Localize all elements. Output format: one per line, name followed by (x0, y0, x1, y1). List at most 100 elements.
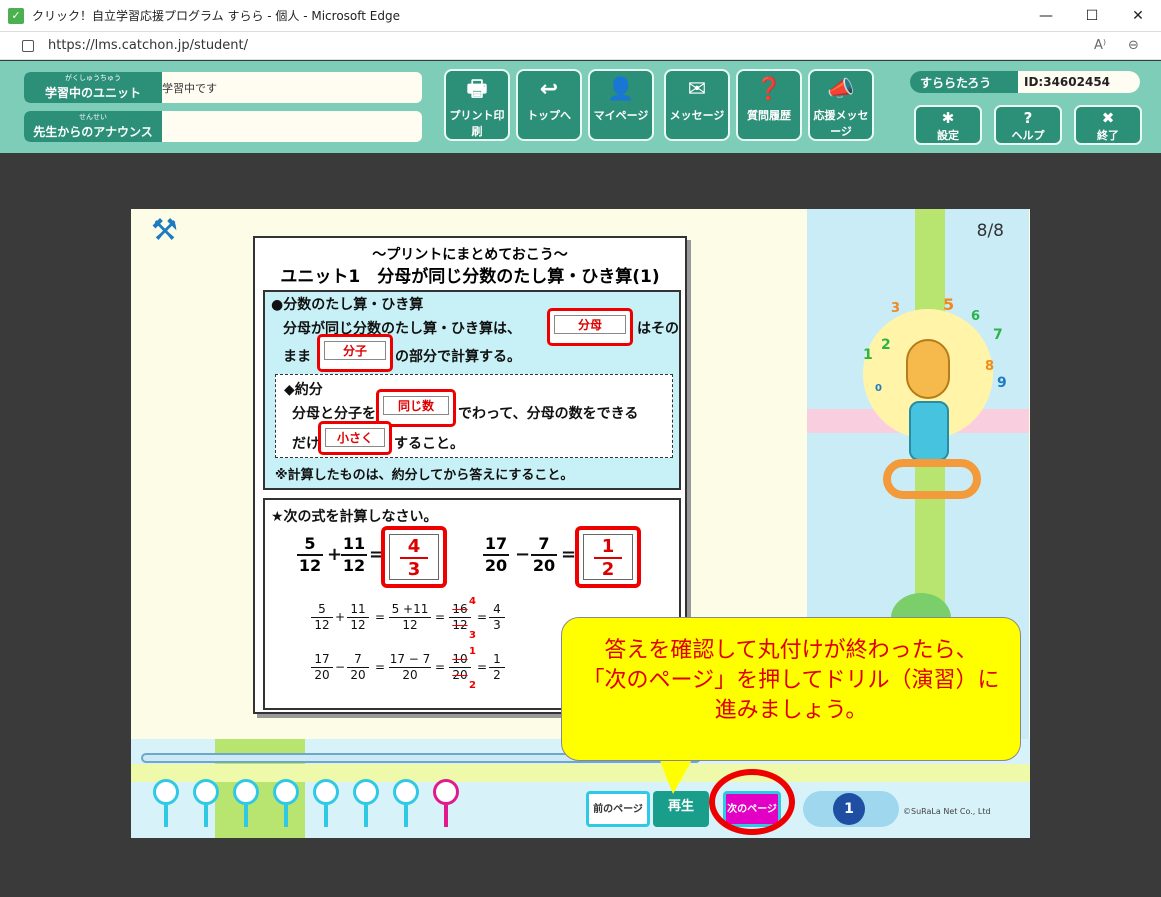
unit-title: ユニット1 分母が同じ分数のたし算・ひき算(1) (280, 267, 660, 287)
w2-eq3: = (477, 660, 488, 674)
lock-icon[interactable] (22, 39, 34, 52)
q1-answer: 43 (381, 526, 447, 588)
address-bar: https://lms.catchon.jp/student/ A⁾ ⊖ (0, 32, 1161, 60)
settings-button[interactable]: ✱ 設定 (914, 105, 982, 145)
question-bubble-icon: ❓ (755, 77, 783, 102)
w2-d4: 20 (449, 667, 471, 683)
url-field[interactable]: https://lms.catchon.jp/student/ (48, 38, 248, 53)
yakubun-box: ◆約分 分母と分子を 同じ数 でわって、分母の数をできる だけ 小さく すること… (275, 374, 673, 458)
question-icon: ? (1023, 109, 1033, 127)
chapter-marker[interactable] (313, 779, 343, 827)
w2-n2: 7 (354, 652, 362, 666)
q1-b-den: 12 (341, 554, 367, 575)
question-history-button[interactable]: ❓ 質問履歴 (736, 69, 802, 141)
sec1-line2b: の部分で計算する。 (395, 349, 521, 365)
callout-line: 進みましょう。 (714, 698, 868, 723)
q2-a-num: 17 (484, 534, 508, 553)
answer-chiisaku: 小さく (318, 421, 392, 455)
q2-op: − (515, 544, 531, 565)
yakubun-title: ◆約分 (284, 382, 323, 398)
deco-number: 5 (943, 295, 955, 314)
chapter-marker[interactable] (273, 779, 303, 827)
chapter-marker[interactable] (233, 779, 263, 827)
answer-bunbo-text: 分母 (554, 315, 626, 334)
w1-d1: 12 (311, 617, 333, 633)
calc-note: ※計算したものは、約分してから答えにすること。 (275, 468, 574, 483)
chapter-marker[interactable] (193, 779, 223, 827)
chapter-marker[interactable] (153, 779, 183, 827)
answer-onaji-text: 同じ数 (383, 396, 449, 415)
chapter-marker-current[interactable] (433, 779, 463, 827)
person-icon: 👤 (607, 77, 635, 102)
compass-icon[interactable]: ⚒ (151, 213, 178, 248)
deco-number: 9 (997, 375, 1007, 391)
character-body (909, 401, 949, 461)
window-titlebar: ✓ クリック！自立学習応援プログラム すらら - 個人 - Microsoft … (0, 0, 1161, 32)
w1-eq: = (375, 610, 386, 624)
cheer-message-button[interactable]: 📣 応援メッセージ (808, 69, 874, 141)
w2-n4: 10 (452, 652, 468, 666)
callout-line: 答えを確認して丸付けが終わったら、 (604, 638, 978, 663)
w1-d2: 12 (347, 617, 369, 633)
mypage-button-label: マイページ (593, 109, 649, 122)
q1-a-fraction: 5 12 (297, 534, 323, 576)
page-number: 8/8 (976, 221, 1004, 241)
w2-n5: 1 (493, 652, 501, 666)
minimize-button[interactable]: — (1023, 0, 1069, 32)
help-button[interactable]: ? ヘルプ (994, 105, 1062, 145)
message-button[interactable]: ✉ メッセージ (664, 69, 730, 141)
answer-chiisaku-text: 小さく (325, 428, 385, 447)
w1-d4: 12 (449, 617, 471, 633)
instruction-callout: 答えを確認して丸付けが終わったら、 「次のページ」を押してドリル（演習）に 進み… (561, 617, 1021, 761)
yakubun-line1a: 分母と分子を (292, 406, 376, 422)
top-button[interactable]: ↩ トップへ (516, 69, 582, 141)
cheer-message-label: 応援メッセージ (813, 109, 869, 138)
print-button[interactable]: 🖶 プリント印刷 (444, 69, 510, 141)
read-aloud-icon[interactable]: A⁾ (1094, 38, 1106, 53)
w2-eq: = (375, 660, 386, 674)
current-unit-tag: がくしゅうちゅう 学習中のユニット (24, 72, 162, 103)
q1-ans-num: 4 (407, 536, 421, 557)
w2-n3: 17 − 7 (389, 652, 431, 666)
q1-a-den: 12 (297, 554, 323, 575)
q1-b-fraction: 11 12 (341, 534, 367, 576)
chapter-marker[interactable] (393, 779, 423, 827)
megaphone-icon: 📣 (827, 77, 855, 102)
announcement-box: せんせい 先生からのアナウンス (24, 111, 422, 142)
character-head (906, 339, 950, 399)
callout-line: 「次のページ」を押してドリル（演習）に (582, 668, 1000, 693)
zoom-icon[interactable]: ⊖ (1128, 38, 1139, 53)
close-button[interactable]: ✕ (1115, 0, 1161, 32)
maximize-button[interactable]: ☐ (1069, 0, 1115, 32)
lesson-slide: ⚒ 8/8 5 3 6 7 1 2 8 9 0 ～プリントにまとめておこう～ ユ… (131, 209, 1030, 838)
q2-b-num: 7 (538, 534, 550, 553)
sec1-title: ●分数のたし算・ひき算 (271, 297, 424, 313)
answer-bunshi: 分子 (317, 334, 393, 372)
chapter-marker[interactable] (353, 779, 383, 827)
user-name: すららたろう (920, 76, 992, 90)
yakubun-line1b: でわって、分母の数をできる (458, 406, 639, 422)
printer-icon: 🖶 (466, 77, 488, 102)
w2-f2: 7 20 (347, 652, 369, 683)
deco-number: 3 (891, 301, 901, 316)
q2-ans-den: 2 (594, 557, 622, 580)
prev-page-button[interactable]: 前のページ (586, 791, 650, 827)
q2-a-fraction: 17 20 (483, 534, 509, 576)
page-circle[interactable]: 1 (833, 793, 865, 825)
quit-button[interactable]: ✖ 終了 (1074, 105, 1142, 145)
q2-b-den: 20 (531, 554, 557, 575)
mypage-button[interactable]: 👤 マイページ (588, 69, 654, 141)
q1-a-num: 5 (304, 534, 316, 553)
w1-d3: 12 (389, 617, 431, 633)
w1-f3: 5 +11 12 (389, 602, 431, 633)
announcement-ruby: せんせい (79, 113, 107, 121)
play-button[interactable]: 再生 (653, 791, 709, 827)
character-base (883, 459, 981, 499)
next-page-highlight (709, 769, 795, 835)
announcement-label: 先生からのアナウンス (33, 125, 153, 139)
deco-number: 0 (875, 383, 882, 394)
q1-op: + (327, 544, 343, 565)
q2-ans-num: 1 (601, 536, 615, 557)
sec2-title: ★次の式を計算しなさい。 (271, 509, 438, 525)
w1-n5: 4 (493, 602, 501, 616)
